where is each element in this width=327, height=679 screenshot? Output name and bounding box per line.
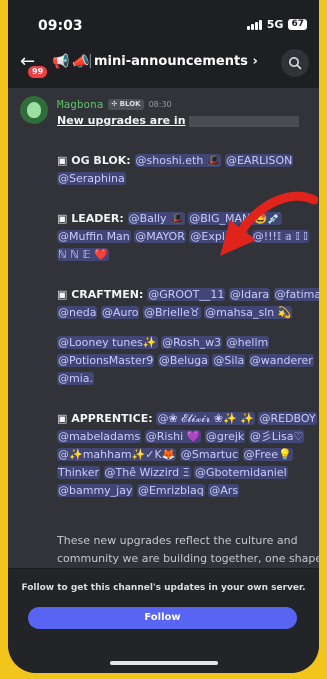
user-mention[interactable]: @hellm — [225, 336, 270, 349]
search-icon — [289, 57, 302, 70]
user-mention[interactable]: @Smartuc — [179, 448, 240, 461]
user-mention[interactable]: @MAYOR — [134, 230, 186, 243]
message-line: @neda @Auro @Brielle♉ @mahsa_sln 💫 — [57, 304, 293, 321]
user-mention[interactable]: @Sila — [212, 354, 246, 367]
megaphone-icon: 📣 — [72, 54, 90, 70]
user-mention[interactable]: @Looney tunes✨ — [57, 336, 158, 349]
user-mention[interactable]: @✨mahham✨✓K🦊 — [57, 448, 177, 461]
channel-header: ← 99 📢 📣 | mini-announcements › — [8, 42, 319, 89]
user-mention[interactable]: @Bally 🎩 — [127, 212, 185, 225]
user-mention[interactable]: @Free💡 — [242, 448, 293, 461]
user-mention[interactable]: @Gbotemidaniel — [194, 466, 288, 479]
message-line: @✨mahham✨✓K🦊 @Smartuc @Free💡 — [57, 446, 293, 463]
channel-name: mini-announcements — [94, 54, 248, 69]
user-mention[interactable]: @grejk — [204, 430, 246, 443]
follow-button[interactable]: Follow — [28, 607, 297, 629]
red-arrow-annotation — [220, 191, 318, 256]
separator: | — [88, 53, 93, 69]
section-label: ▣ LEADER: — [57, 212, 128, 225]
follow-panel: Follow to get this channel's updates in … — [8, 568, 319, 673]
message-line: @PotionsMaster9 @Beluga @Sila @wanderer — [57, 352, 314, 369]
user-mention[interactable]: @shoshi.eth 🎩 — [134, 154, 222, 167]
user-mention[interactable]: ℕ ℕ 𝔼 ❤️ — [57, 248, 109, 261]
message-line: Thinker @Thê Wizzird Ξ @Gbotemidaniel — [57, 464, 288, 481]
message-line: ▣ OG BLOK: @shoshi.eth 🎩 @EARLISON — [57, 152, 294, 169]
status-indicators: 5G 67 — [246, 18, 307, 31]
message-list[interactable]: Magbona ✣ BLOK 08:30 New upgrades are in… — [8, 88, 319, 568]
section-label: ▣ OG BLOK: — [57, 154, 135, 167]
spacer-text — [100, 466, 104, 479]
user-mention[interactable]: @PotionsMaster9 — [57, 354, 155, 367]
home-indicator[interactable] — [110, 661, 218, 665]
author-name[interactable]: Magbona — [57, 98, 103, 111]
user-mention[interactable]: @fatima — [273, 288, 319, 301]
body-text-line: These new upgrades reflect the culture a… — [57, 534, 298, 547]
message-line: ▣ CRAFTMEN: @GROOT__11 @Idara @fatima — [57, 286, 319, 303]
message-line: @bammy_jay @Emrizblaq @Ars — [57, 482, 240, 499]
user-mention[interactable]: @Muffin Man — [57, 230, 131, 243]
channel-title[interactable]: mini-announcements › — [94, 54, 258, 69]
body-text-line: community we are building together, one … — [57, 552, 319, 565]
message-line: @Looney tunes✨ @Rosh_w3 @hellm — [57, 334, 270, 351]
user-mention[interactable]: @Ars — [208, 484, 240, 497]
user-mention[interactable]: @Idara — [228, 288, 271, 301]
follow-prompt: Follow to get this channel's updates in … — [21, 583, 306, 593]
user-mention[interactable]: @GROOT__11 — [147, 288, 226, 301]
user-mention[interactable]: @mia. — [57, 372, 95, 385]
redacted-block — [188, 115, 299, 127]
user-mention[interactable]: @Auro — [100, 306, 140, 319]
user-mention[interactable]: @Thê Wizzird Ξ — [103, 466, 191, 479]
announcement-channel-icon: 📢 — [52, 54, 70, 70]
battery-icon: 67 — [288, 19, 307, 30]
message-title: New upgrades are in — [57, 112, 299, 129]
user-mention[interactable]: @mahsa_sln 💫 — [204, 306, 293, 319]
phone-screen: 09:03 5G 67 ← 99 📢 📣 | mini-announcement… — [8, 0, 319, 673]
user-mention[interactable]: @mabeladams — [57, 430, 142, 443]
user-mention[interactable]: @Rosh_w3 — [161, 336, 223, 349]
section-label: ▣ CRAFTMEN: — [57, 288, 148, 301]
user-mention[interactable]: @EARLISON — [224, 154, 294, 167]
section-label: ▣ APPRENTICE: — [57, 412, 157, 425]
user-mention[interactable]: @Rishi 💜 — [144, 430, 202, 443]
message-line: @Seraphina — [57, 170, 126, 187]
user-mention[interactable]: @彡Lisa♡ — [248, 430, 305, 443]
user-mention[interactable]: Thinker — [57, 466, 100, 479]
message-title-text: New upgrades are in — [57, 114, 186, 127]
message-line: ℕ ℕ 𝔼 ❤️ — [57, 246, 109, 263]
message-line: @mabeladams @Rishi 💜 @grejk @彡Lisa♡ — [57, 428, 305, 445]
unread-badge: 99 — [28, 66, 48, 78]
user-mention[interactable]: @Emrizblaq — [136, 484, 205, 497]
message-header: Magbona ✣ BLOK 08:30 — [57, 96, 172, 112]
status-bar: 09:03 5G 67 — [8, 0, 319, 42]
user-mention[interactable]: @bammy_jay — [57, 484, 134, 497]
user-mention[interactable]: @neda — [57, 306, 98, 319]
user-mention[interactable]: @❀ 𝓔𝓵𝓲𝔁𝓲𝓻 ❀✨ ✨ — [156, 412, 255, 425]
user-mention[interactable]: @Seraphina — [57, 172, 126, 185]
server-tag[interactable]: ✣ BLOK — [108, 98, 144, 110]
message-line: ▣ APPRENTICE: @❀ 𝓔𝓵𝓲𝔁𝓲𝓻 ❀✨ ✨ @REDBOY — [57, 410, 317, 427]
network-label: 5G — [266, 18, 284, 31]
timestamp: 08:30 — [148, 99, 172, 109]
signal-icon — [246, 19, 262, 30]
message-line: @mia. — [57, 370, 95, 387]
user-mention[interactable]: @wanderer — [248, 354, 314, 367]
clock: 09:03 — [38, 18, 83, 34]
user-mention[interactable]: @Beluga — [157, 354, 209, 367]
search-button[interactable] — [281, 49, 309, 77]
avatar[interactable] — [20, 96, 48, 124]
user-mention[interactable]: @Brielle♉ — [142, 306, 201, 319]
chevron-right-icon: › — [252, 54, 258, 69]
user-mention[interactable]: @REDBOY — [258, 412, 317, 425]
